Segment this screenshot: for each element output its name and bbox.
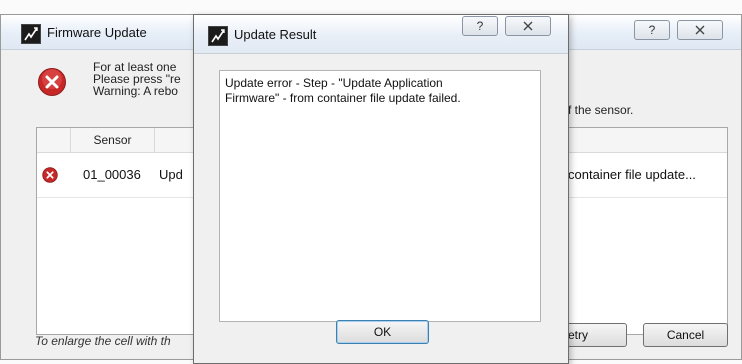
update-result-dialog: Update Result ? Update error - Step - "U… (193, 14, 569, 364)
message-line-3-tail: f the sensor. (568, 103, 634, 117)
close-icon (523, 21, 533, 31)
close-button[interactable] (505, 16, 551, 36)
help-icon: ? (648, 23, 656, 37)
app-icon (21, 24, 41, 44)
hint-text: To enlarge the cell with th (35, 334, 171, 348)
ok-button[interactable]: OK (336, 320, 429, 344)
window-title: Firmware Update (47, 25, 147, 40)
sensor-id: 01_00036 (83, 167, 141, 182)
error-icon (38, 68, 66, 96)
help-button[interactable]: ? (634, 20, 670, 40)
result-text-line-2: Firmware" - from container file update f… (225, 91, 461, 105)
dialog-title: Update Result (234, 27, 317, 42)
column-header-sensor[interactable]: Sensor (71, 128, 155, 152)
desktop: Firmware Update ? For at least one Pleas… (0, 0, 742, 364)
help-button[interactable]: ? (462, 16, 498, 36)
error-icon (42, 167, 58, 183)
app-icon (208, 26, 228, 46)
result-text-area[interactable]: Update error - Step - "Update Applicatio… (219, 70, 541, 322)
close-button[interactable] (677, 20, 723, 40)
message-line-3: Warning: A rebo (93, 84, 178, 98)
update-result-titlebar: Update Result ? (194, 15, 568, 54)
close-icon (695, 25, 705, 35)
help-icon: ? (476, 19, 484, 33)
cancel-button[interactable]: Cancel (643, 323, 728, 347)
column-header-status[interactable] (37, 128, 71, 152)
action-text: Upd (159, 167, 183, 182)
result-text-line-1: Update error - Step - "Update Applicatio… (225, 76, 443, 90)
status-message: container file update... (568, 167, 696, 182)
